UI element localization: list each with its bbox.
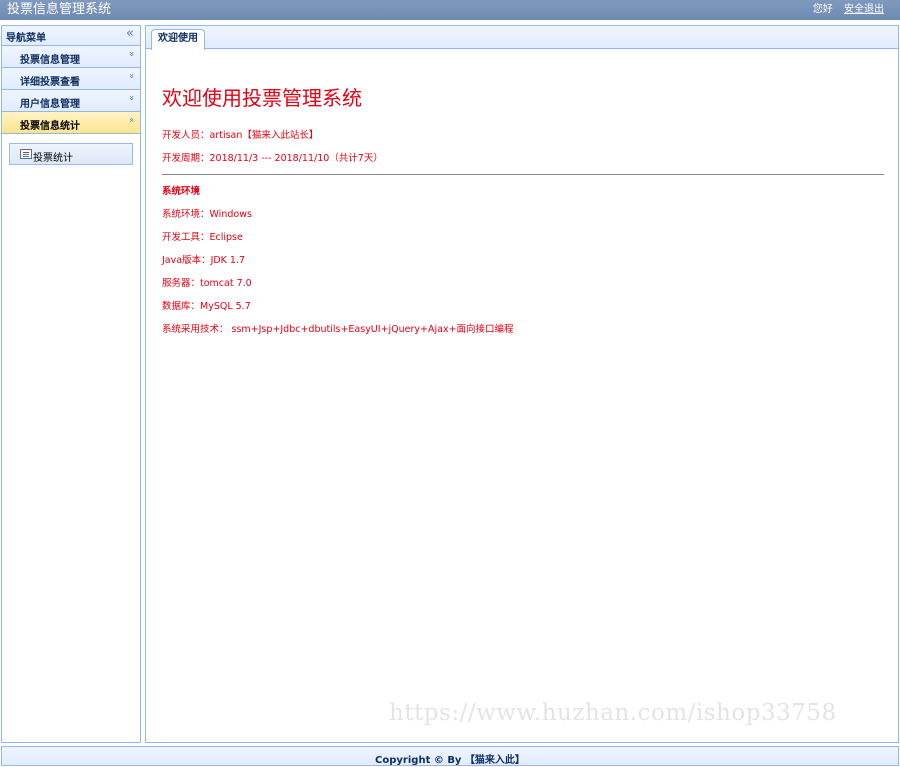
nav-header: 导航菜单 «	[2, 26, 140, 46]
sidebar-item-label: 用户信息管理	[20, 99, 80, 110]
header-links: 您好 安全退出	[805, 3, 884, 16]
env-section-title: 系统环境	[162, 186, 201, 197]
env-os: 系统环境：Windows	[162, 209, 252, 220]
accordion-body: 投票统计	[2, 134, 140, 174]
sidebar-item-vote-details[interactable]: 详细投票查看 »	[2, 68, 140, 90]
sub-item-label: 投票统计	[33, 153, 73, 164]
sidebar-item-label: 详细投票查看	[20, 77, 80, 88]
chevron-down-icon[interactable]: »	[126, 51, 136, 57]
logout-link[interactable]: 安全退出	[844, 4, 884, 15]
copyright-text: Copyright © By 【猫来入此】	[375, 755, 525, 766]
sidebar-item-label: 投票信息管理	[20, 55, 80, 66]
greeting-text: 您好	[812, 4, 833, 15]
sidebar-item-vote-info-management[interactable]: 投票信息管理 »	[2, 46, 140, 68]
footer: Copyright © By 【猫来入此】	[1, 746, 899, 766]
divider	[162, 174, 884, 175]
sidebar-item-label: 投票信息统计	[20, 121, 80, 132]
sidebar-nav: 导航菜单 « 投票信息管理 » 详细投票查看 » 用户信息管理 » 投票信息统计…	[1, 25, 141, 743]
env-tool: 开发工具：Eclipse	[162, 232, 243, 243]
env-tech: 系统采用技术： ssm+Jsp+Jdbc+dbutils+EasyUI+jQue…	[162, 324, 514, 335]
tab-welcome[interactable]: 欢迎使用	[151, 29, 205, 50]
top-header: 投票信息管理系统 您好 安全退出	[0, 0, 900, 20]
watermark: https://www.huzhan.com/ishop33758	[389, 700, 837, 726]
sidebar-item-vote-statistics[interactable]: 投票信息统计 «	[2, 112, 140, 134]
page-title: 欢迎使用投票管理系统	[162, 86, 362, 110]
sidebar-item-user-management[interactable]: 用户信息管理 »	[2, 90, 140, 112]
env-java: Java版本：JDK 1.7	[162, 255, 246, 266]
developer-text: 开发人员：artisan【猫来入此站长】	[162, 130, 319, 141]
nav-title: 导航菜单	[6, 33, 46, 44]
env-server: 服务器：tomcat 7.0	[162, 278, 252, 289]
chevron-up-icon[interactable]: «	[126, 117, 136, 123]
tab-bar: 欢迎使用	[146, 26, 898, 50]
chevron-down-icon[interactable]: »	[126, 73, 136, 79]
collapse-sidebar-icon[interactable]: «	[126, 26, 134, 41]
chevron-down-icon[interactable]: »	[126, 95, 136, 101]
main-panel: 欢迎使用 欢迎使用投票管理系统 开发人员：artisan【猫来入此站长】 开发周…	[145, 25, 899, 743]
welcome-content: 欢迎使用投票管理系统 开发人员：artisan【猫来入此站长】 开发周期：201…	[162, 86, 884, 336]
env-db: 数据库：MySQL 5.7	[162, 301, 251, 312]
sub-item-vote-stats[interactable]: 投票统计	[9, 143, 133, 165]
report-icon	[20, 149, 32, 159]
period-text: 开发周期：2018/11/3 --- 2018/11/10（共计7天）	[162, 153, 383, 164]
app-title: 投票信息管理系统	[7, 2, 112, 17]
